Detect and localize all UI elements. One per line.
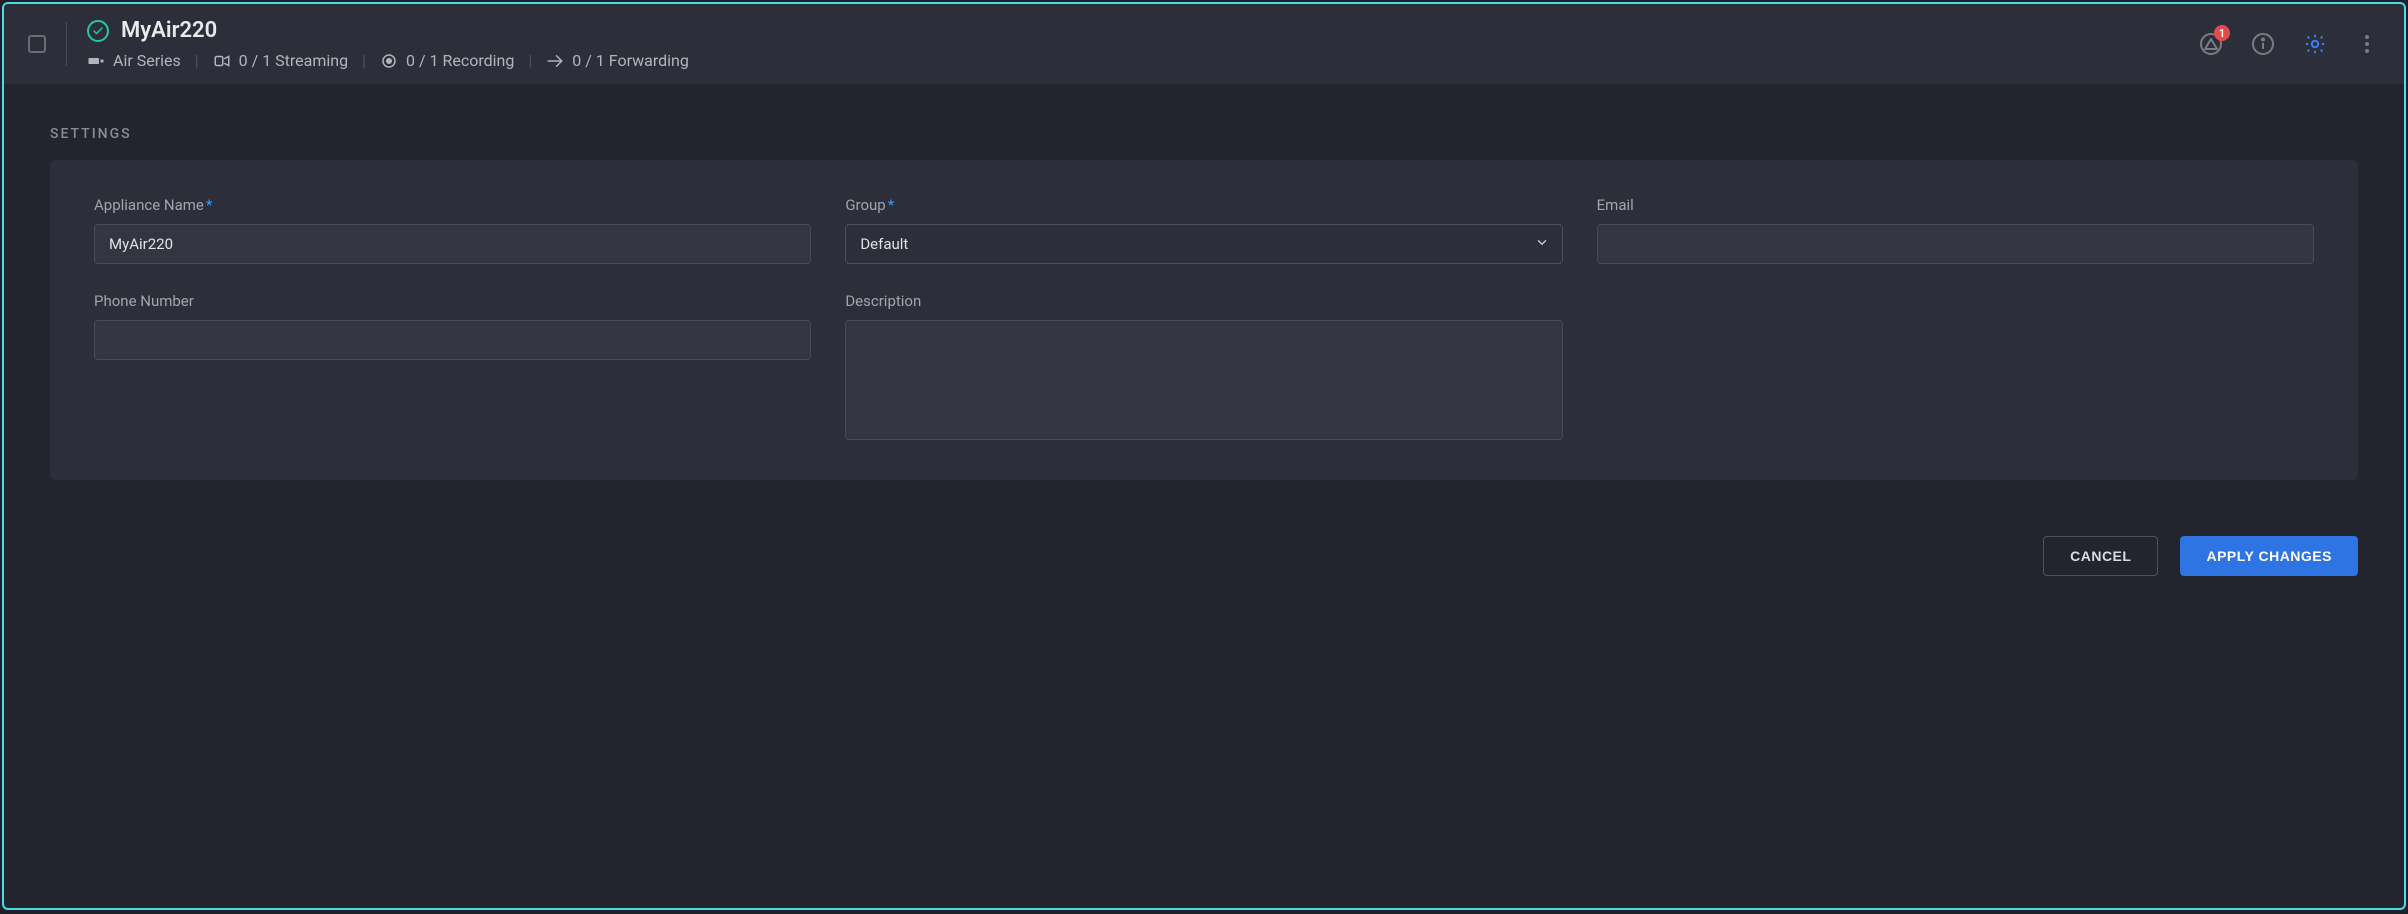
forwarding-label: 0 / 1 Forwarding: [572, 51, 689, 70]
device-title: MyAir220: [121, 18, 217, 43]
settings-button[interactable]: [2302, 31, 2328, 57]
forwarding-icon: [546, 52, 564, 70]
gear-icon: [2303, 32, 2327, 56]
settings-panel: Appliance Name* Group* Default Email: [50, 160, 2358, 480]
appliance-name-label: Appliance Name*: [94, 196, 811, 214]
email-label: Email: [1597, 196, 2314, 214]
info-icon: [2251, 32, 2275, 56]
actions-row: CANCEL APPLY CHANGES: [50, 536, 2358, 576]
recording-stat: 0 / 1 Recording: [380, 51, 514, 70]
header-actions: 1: [2198, 31, 2380, 57]
description-label: Description: [845, 292, 1562, 310]
field-email: Email: [1597, 196, 2314, 264]
phone-label: Phone Number: [94, 292, 811, 310]
stats-row: Air Series | 0 / 1 Streaming | 0 / 1 Rec…: [87, 51, 2178, 70]
series-chip: Air Series: [87, 51, 181, 70]
more-menu-button[interactable]: [2354, 31, 2380, 57]
status-ok-icon: [87, 20, 109, 42]
group-select[interactable]: Default: [845, 224, 1562, 264]
description-input[interactable]: [845, 320, 1562, 440]
title-block: MyAir220 Air Series | 0 / 1 Streaming | …: [87, 18, 2178, 70]
group-label: Group*: [845, 196, 1562, 214]
separator: [66, 22, 67, 66]
alerts-button[interactable]: 1: [2198, 31, 2224, 57]
select-checkbox[interactable]: [28, 35, 46, 53]
alert-badge: 1: [2214, 25, 2230, 41]
recording-label: 0 / 1 Recording: [406, 51, 514, 70]
header-bar: MyAir220 Air Series | 0 / 1 Streaming | …: [4, 4, 2404, 84]
body-area: SETTINGS Appliance Name* Group* Default: [4, 84, 2404, 908]
field-phone: Phone Number: [94, 292, 811, 440]
section-title: SETTINGS: [50, 126, 2358, 142]
info-button[interactable]: [2250, 31, 2276, 57]
email-input[interactable]: [1597, 224, 2314, 264]
cancel-button[interactable]: CANCEL: [2043, 536, 2158, 576]
phone-input[interactable]: [94, 320, 811, 360]
streaming-label: 0 / 1 Streaming: [239, 51, 348, 70]
series-label: Air Series: [113, 51, 181, 70]
more-vertical-icon: [2355, 32, 2379, 56]
field-description: Description: [845, 292, 1562, 440]
streaming-stat: 0 / 1 Streaming: [213, 51, 348, 70]
app-frame: MyAir220 Air Series | 0 / 1 Streaming | …: [2, 2, 2406, 910]
streaming-icon: [213, 52, 231, 70]
recording-icon: [380, 52, 398, 70]
appliance-name-input[interactable]: [94, 224, 811, 264]
field-appliance-name: Appliance Name*: [94, 196, 811, 264]
forwarding-stat: 0 / 1 Forwarding: [546, 51, 689, 70]
field-group: Group* Default: [845, 196, 1562, 264]
device-icon: [87, 52, 105, 70]
apply-changes-button[interactable]: APPLY CHANGES: [2180, 536, 2358, 576]
form-grid: Appliance Name* Group* Default Email: [94, 196, 2314, 440]
